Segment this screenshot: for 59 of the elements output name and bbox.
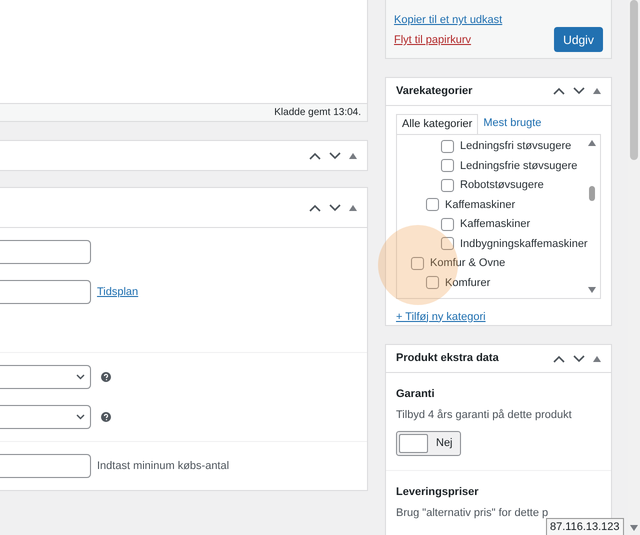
scroll-down-icon[interactable]	[630, 525, 638, 531]
field-hint: Indtast mininum købs-antal	[97, 458, 230, 474]
help-icon[interactable]	[101, 412, 111, 422]
date-field[interactable]	[0, 280, 91, 304]
section-heading: Garanti	[396, 387, 436, 402]
trash-link[interactable]: Flyt til papirkurv	[394, 32, 472, 48]
chevron-down-icon	[76, 414, 85, 420]
toggle-switch[interactable]: Nej	[396, 431, 461, 456]
checkbox[interactable]	[441, 178, 454, 192]
box-title: Produkt ekstra data	[396, 351, 499, 366]
add-category-link[interactable]: + Tilføj ny kategori	[396, 308, 601, 325]
category-label: Ledningsfri støvsugere	[460, 139, 572, 154]
category-label: Indbygningskaffemaskiner	[460, 236, 588, 252]
publish-button[interactable]: Udgiv	[554, 27, 603, 52]
input-field[interactable]	[0, 240, 91, 264]
checkbox[interactable]	[441, 218, 454, 231]
chevron-down-icon[interactable]	[329, 204, 341, 212]
page-scrollbar-thumb[interactable]	[630, 0, 638, 160]
checkbox[interactable]	[441, 159, 454, 172]
collapse-icon[interactable]	[349, 204, 357, 210]
checkbox[interactable]	[426, 198, 439, 212]
chevron-up-icon[interactable]	[553, 87, 565, 95]
chevron-down-icon[interactable]	[573, 354, 585, 362]
chevron-up-icon[interactable]	[309, 204, 321, 212]
category-label: Robotstøvsugere	[460, 178, 544, 193]
collapse-icon[interactable]	[593, 356, 601, 362]
select-field[interactable]	[0, 365, 91, 389]
chevron-down-icon[interactable]	[329, 152, 341, 160]
collapse-icon[interactable]	[593, 88, 601, 94]
ip-tooltip: 87.116.13.123	[546, 518, 624, 535]
section-description: Tilbyd 4 års garanti på dette produkt	[396, 408, 573, 422]
tab[interactable]: Mest brugte	[478, 114, 546, 134]
chevron-down-icon	[76, 374, 85, 380]
category-label: Komfur & Ovne	[430, 256, 506, 271]
select-field[interactable]	[0, 405, 91, 429]
category-label: Komfurer	[445, 276, 490, 290]
quantity-field[interactable]	[0, 454, 91, 478]
category-label: Kaffemaskiner	[460, 217, 530, 232]
chevron-down-icon[interactable]	[573, 87, 585, 95]
box-title: Varekategorier	[396, 84, 472, 99]
chevron-up-icon[interactable]	[553, 354, 565, 362]
checkbox[interactable]	[441, 237, 454, 250]
category-label: Kaffemaskiner	[445, 198, 516, 212]
checkbox[interactable]	[441, 140, 454, 153]
schedule-link[interactable]: Tidsplan	[97, 284, 138, 300]
collapse-icon[interactable]	[349, 152, 357, 158]
checkbox[interactable]	[411, 256, 424, 270]
category-label: Ledningsfrie støvsugere	[460, 158, 578, 174]
scroll-up-icon[interactable]	[588, 140, 596, 146]
tab[interactable]: Alle kategorier	[396, 114, 478, 134]
checkbox[interactable]	[426, 276, 439, 290]
section-heading: Leveringspriser	[396, 485, 480, 500]
draft-status: Kladde gemt 13:04.	[274, 106, 361, 120]
chevron-up-icon[interactable]	[309, 152, 321, 160]
help-icon[interactable]	[101, 372, 111, 382]
section-description: Brug "alternativ pris" for dette p	[396, 506, 550, 520]
scrollbar-thumb[interactable]	[589, 186, 595, 200]
scroll-down-icon[interactable]	[588, 286, 596, 292]
copy-draft-link[interactable]: Kopier til et nyt udkast	[394, 12, 502, 28]
